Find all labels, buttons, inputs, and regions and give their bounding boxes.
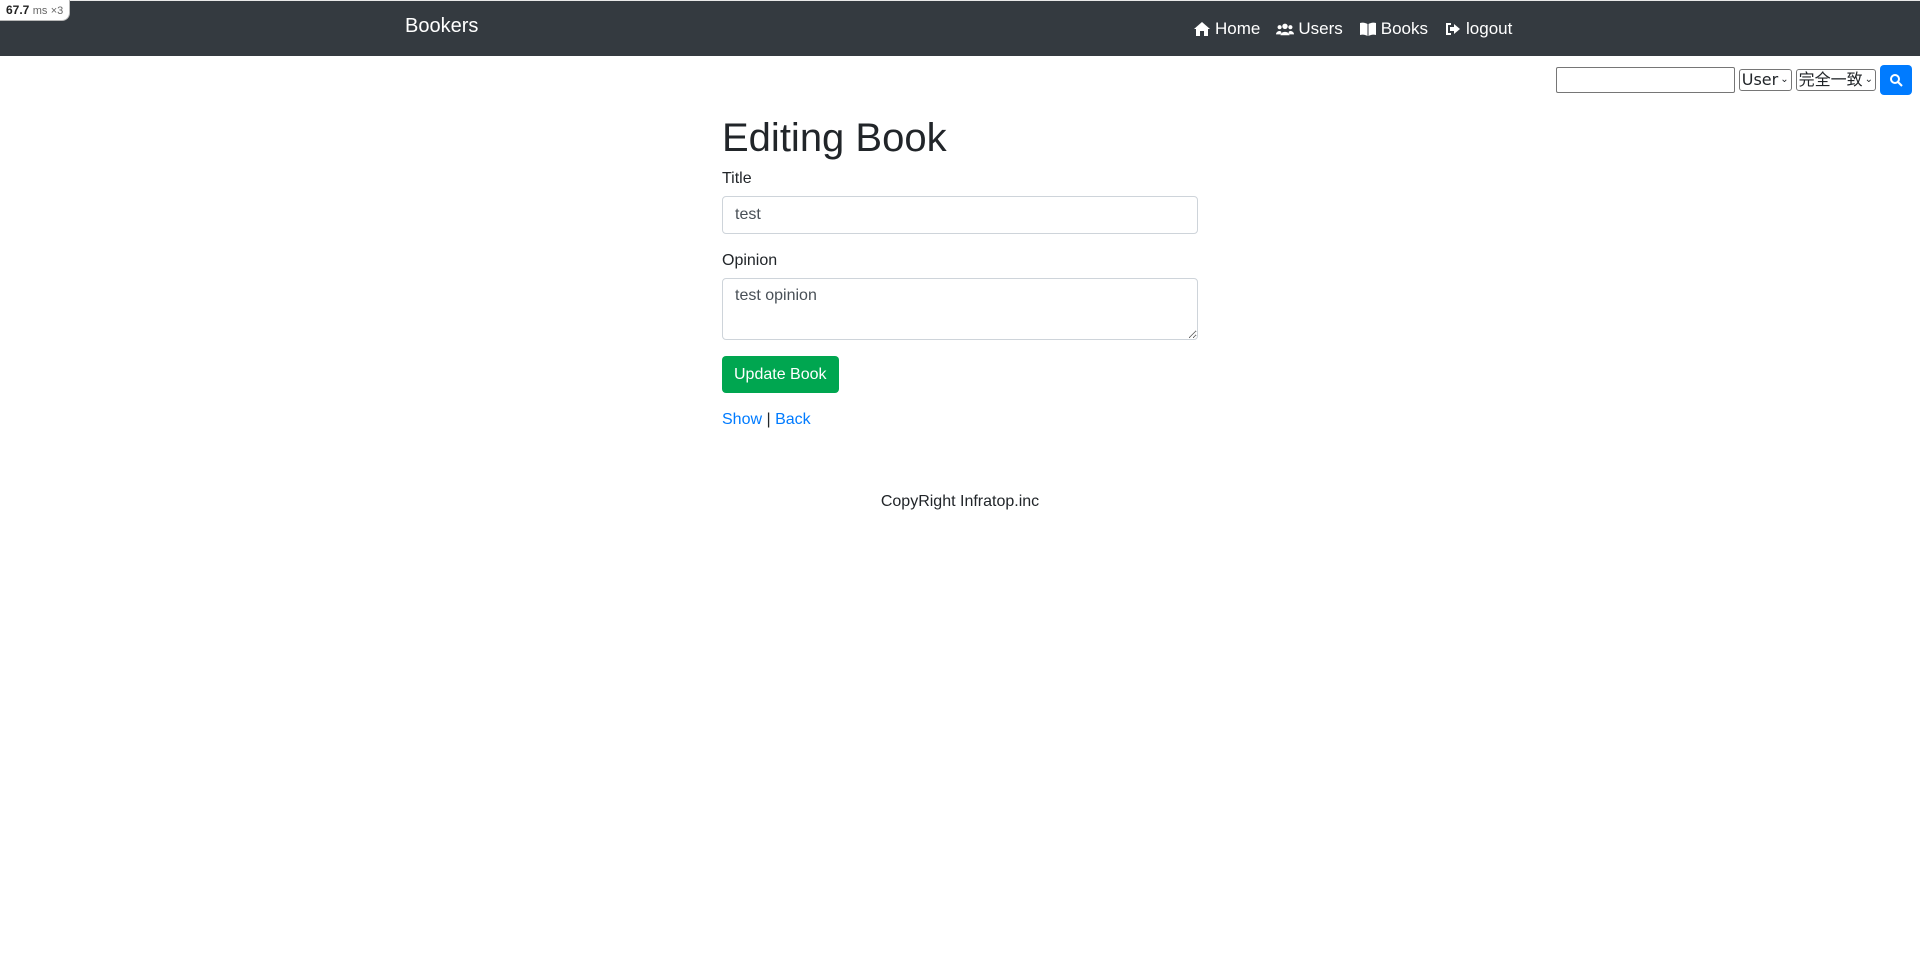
nav-books-label: Books bbox=[1380, 19, 1429, 38]
home-icon bbox=[1194, 22, 1210, 36]
brand-link[interactable]: Bookers bbox=[405, 15, 478, 38]
perf-multiplier: ×3 bbox=[50, 5, 64, 17]
book-open-icon bbox=[1359, 22, 1376, 36]
nav-books-link[interactable]: Books bbox=[1359, 19, 1428, 39]
search-input[interactable] bbox=[1555, 67, 1735, 93]
model-select[interactable]: User ⌄ bbox=[1738, 69, 1792, 91]
search-bar: User ⌄ 完全一致 ⌄ bbox=[1555, 65, 1912, 95]
footer-text: CopyRight Infratop.inc bbox=[880, 493, 1040, 510]
title-input[interactable] bbox=[722, 196, 1198, 234]
sign-out-icon bbox=[1446, 23, 1461, 35]
model-select-value: User bbox=[1741, 70, 1779, 89]
nav-users-link[interactable]: Users bbox=[1276, 19, 1343, 39]
nav-links: Home Users Books logout bbox=[1193, 19, 1512, 39]
perf-value: 67.7 bbox=[6, 3, 30, 17]
page-title: Editing Book bbox=[722, 116, 947, 160]
nav-home-label: Home bbox=[1215, 19, 1261, 38]
match-select[interactable]: 完全一致 ⌄ bbox=[1795, 69, 1876, 91]
nav-users-label: Users bbox=[1298, 19, 1343, 38]
back-link[interactable]: Back bbox=[775, 411, 811, 428]
search-button[interactable] bbox=[1880, 65, 1912, 95]
main-content: Editing Book Title Opinion test opinion … bbox=[722, 110, 1198, 429]
perf-unit: ms bbox=[32, 5, 48, 17]
nav-logout-label: logout bbox=[1466, 19, 1513, 38]
title-label: Title bbox=[722, 170, 752, 187]
footer: CopyRight Infratop.inc bbox=[0, 493, 1920, 511]
navbar: Bookers Home Users Books logout bbox=[0, 0, 1920, 56]
chevron-down-icon: ⌄ bbox=[1780, 74, 1789, 85]
link-separator: | bbox=[766, 411, 771, 428]
chevron-down-icon: ⌄ bbox=[1864, 74, 1873, 85]
users-icon bbox=[1276, 23, 1295, 36]
nav-logout-link[interactable]: logout bbox=[1444, 19, 1512, 39]
perf-badge: 67.7 ms ×3 bbox=[0, 0, 71, 21]
opinion-textarea[interactable]: test opinion bbox=[722, 278, 1198, 340]
show-link[interactable]: Show bbox=[722, 411, 762, 428]
action-links: Show | Back bbox=[722, 411, 1198, 429]
update-book-button[interactable]: Update Book bbox=[722, 356, 839, 393]
match-select-value: 完全一致 bbox=[1798, 70, 1863, 89]
opinion-label: Opinion bbox=[722, 252, 778, 269]
search-icon bbox=[1890, 74, 1903, 87]
nav-home-link[interactable]: Home bbox=[1193, 19, 1260, 39]
